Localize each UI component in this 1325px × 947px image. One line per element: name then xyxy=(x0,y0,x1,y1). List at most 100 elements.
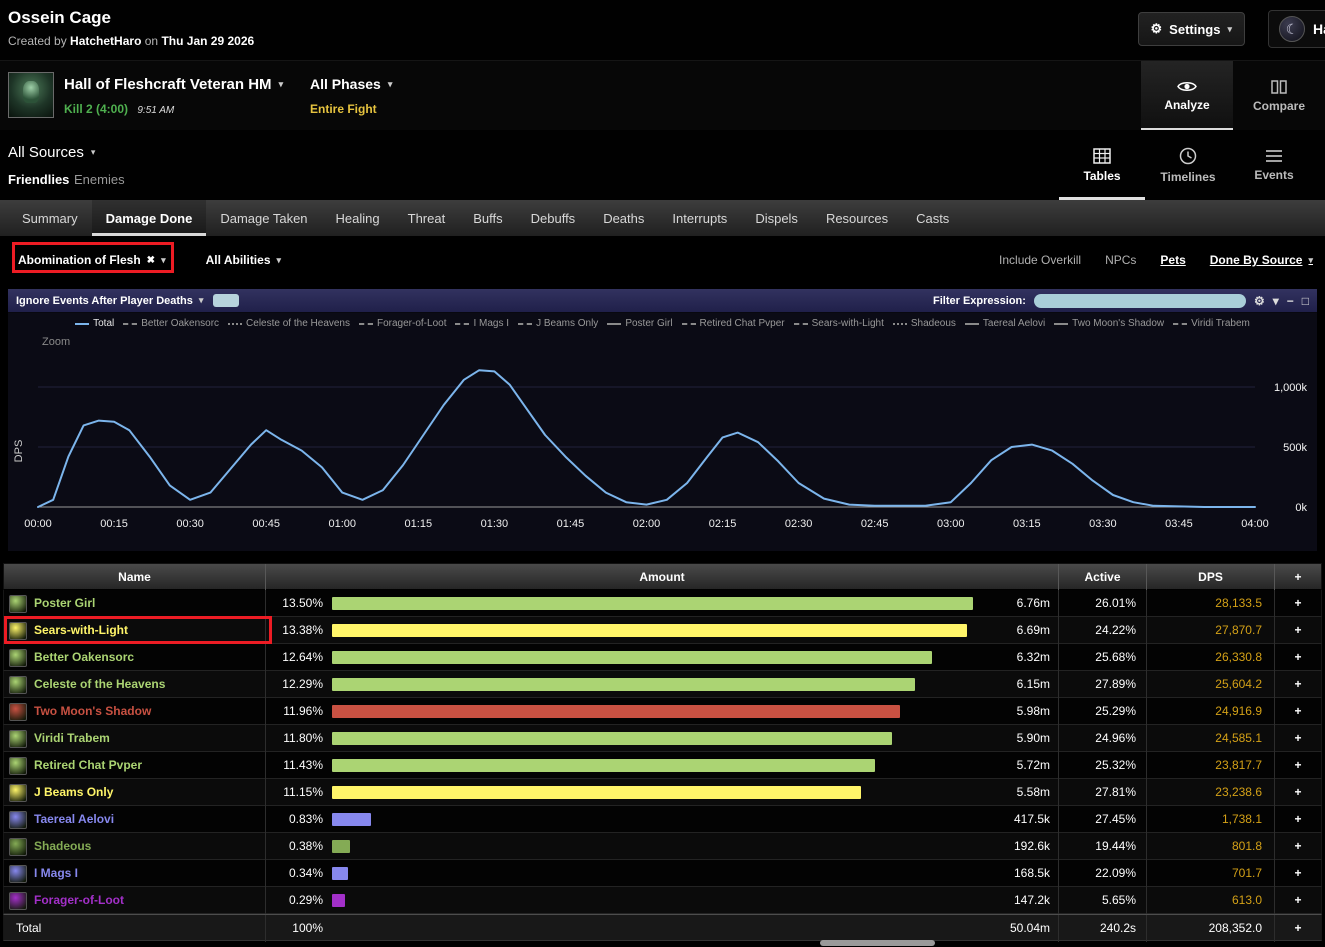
tab-damage-done[interactable]: Damage Done xyxy=(92,200,207,236)
tab-dispels[interactable]: Dispels xyxy=(741,200,812,236)
column-header-plus[interactable]: + xyxy=(1275,564,1321,591)
include-overkill-toggle[interactable]: Include Overkill xyxy=(999,253,1081,267)
table-row[interactable]: Better Oakensorc12.64%6.32m25.68%26,330.… xyxy=(3,644,1322,671)
column-header-active[interactable]: Active xyxy=(1059,564,1147,591)
column-header-dps[interactable]: DPS xyxy=(1147,564,1275,591)
tab-debuffs[interactable]: Debuffs xyxy=(517,200,590,236)
tab-tables[interactable]: Tables xyxy=(1059,130,1145,200)
player-name-link[interactable]: Taereal Aelovi xyxy=(34,806,114,833)
table-row[interactable]: I Mags I0.34%168.5k22.09%701.7+ xyxy=(3,860,1322,887)
legend-item[interactable]: Total xyxy=(75,318,114,329)
expand-row-button[interactable]: + xyxy=(1275,860,1321,887)
fight-dropdown[interactable]: Hall of Fleshcraft Veteran HM ▾ xyxy=(64,76,283,93)
player-name-link[interactable]: Sears-with-Light xyxy=(34,617,128,644)
legend-item[interactable]: Taereal Aelovi xyxy=(965,318,1045,329)
damage-bar-cell xyxy=(330,644,975,671)
sources-dropdown[interactable]: All Sources ▾ xyxy=(8,144,95,161)
tab-analyze[interactable]: Analyze xyxy=(1141,61,1233,131)
phases-dropdown[interactable]: All Phases ▾ xyxy=(310,76,392,92)
player-name-link[interactable]: Shadeous xyxy=(34,833,91,860)
friendlies-toggle[interactable]: Friendlies xyxy=(8,172,69,187)
tab-deaths[interactable]: Deaths xyxy=(589,200,658,236)
user-menu-button[interactable]: ☾ Hat xyxy=(1268,10,1325,48)
legend-item[interactable]: Better Oakensorc xyxy=(123,318,219,329)
close-icon[interactable]: ✖ xyxy=(147,255,155,266)
chevron-down-icon[interactable]: ▾ xyxy=(1273,294,1279,308)
boss-portrait[interactable] xyxy=(8,72,54,118)
target-filter-chip[interactable]: Abomination of Flesh ✖ ▾ xyxy=(18,253,166,267)
dps-chart[interactable]: 1,000k500k0k00:0000:1500:3000:4501:0001:… xyxy=(8,351,1317,547)
damage-bar xyxy=(332,624,967,637)
tab-summary[interactable]: Summary xyxy=(8,200,92,236)
active-percent: 27.89% xyxy=(1059,671,1147,698)
expand-row-button[interactable]: + xyxy=(1275,806,1321,833)
table-row[interactable]: Taereal Aelovi0.83%417.5k27.45%1,738.1+ xyxy=(3,806,1322,833)
legend-item[interactable]: Celeste of the Heavens xyxy=(228,318,350,329)
expand-row-button[interactable]: + xyxy=(1275,752,1321,779)
done-by-source-dropdown[interactable]: Done By Source ▾ xyxy=(1210,253,1313,267)
filter-expression-input[interactable] xyxy=(1034,294,1246,308)
legend-item[interactable]: Retired Chat Pvper xyxy=(682,318,785,329)
table-row[interactable]: Viridi Trabem11.80%5.90m24.96%24,585.1+ xyxy=(3,725,1322,752)
table-row[interactable]: Two Moon's Shadow11.96%5.98m25.29%24,916… xyxy=(3,698,1322,725)
expand-row-button[interactable]: + xyxy=(1275,590,1321,617)
table-row[interactable]: Celeste of the Heavens12.29%6.15m27.89%2… xyxy=(3,671,1322,698)
minimize-icon[interactable]: − xyxy=(1287,294,1294,308)
expand-row-button[interactable]: + xyxy=(1275,887,1321,914)
expand-row-button[interactable]: + xyxy=(1275,617,1321,644)
tab-threat[interactable]: Threat xyxy=(394,200,460,236)
tab-casts[interactable]: Casts xyxy=(902,200,963,236)
table-row[interactable]: Forager-of-Loot0.29%147.2k5.65%613.0+ xyxy=(3,887,1322,914)
player-name-link[interactable]: Viridi Trabem xyxy=(34,725,110,752)
player-name-link[interactable]: Forager-of-Loot xyxy=(34,887,124,914)
pets-toggle[interactable]: Pets xyxy=(1160,253,1185,267)
player-name-link[interactable]: Celeste of the Heavens xyxy=(34,671,165,698)
tab-healing[interactable]: Healing xyxy=(322,200,394,236)
player-name-link[interactable]: I Mags I xyxy=(34,860,78,887)
player-name-link[interactable]: Better Oakensorc xyxy=(34,644,134,671)
expand-row-button[interactable]: + xyxy=(1275,644,1321,671)
ignore-deaths-toggle[interactable] xyxy=(213,294,239,307)
report-author-link[interactable]: HatchetHaro xyxy=(70,34,141,48)
tab-resources[interactable]: Resources xyxy=(812,200,902,236)
legend-item[interactable]: Poster Girl xyxy=(607,318,672,329)
abilities-filter-dropdown[interactable]: All Abilities ▾ xyxy=(206,253,281,267)
expand-row-button[interactable]: + xyxy=(1275,671,1321,698)
expand-row-button[interactable]: + xyxy=(1275,833,1321,860)
legend-item[interactable]: Two Moon's Shadow xyxy=(1054,318,1164,329)
table-row[interactable]: Retired Chat Pvper11.43%5.72m25.32%23,81… xyxy=(3,752,1322,779)
horizontal-scrollbar-thumb[interactable] xyxy=(820,940,935,946)
tab-buffs[interactable]: Buffs xyxy=(459,200,516,236)
tab-events[interactable]: Events xyxy=(1231,130,1317,200)
player-name-link[interactable]: Retired Chat Pvper xyxy=(34,752,142,779)
column-header-name[interactable]: Name xyxy=(4,564,266,591)
tab-timelines[interactable]: Timelines xyxy=(1145,130,1231,200)
npcs-toggle[interactable]: NPCs xyxy=(1105,253,1136,267)
expand-row-button[interactable]: + xyxy=(1275,725,1321,752)
table-row[interactable]: Shadeous0.38%192.6k19.44%801.8+ xyxy=(3,833,1322,860)
legend-item[interactable]: Forager-of-Loot xyxy=(359,318,446,329)
column-header-amount[interactable]: Amount xyxy=(266,564,1059,591)
tab-damage-taken[interactable]: Damage Taken xyxy=(206,200,321,236)
player-name-link[interactable]: Two Moon's Shadow xyxy=(34,698,151,725)
chart-settings-gear-icon[interactable]: ⚙ xyxy=(1254,294,1265,308)
enemies-toggle[interactable]: Enemies xyxy=(74,172,125,187)
tab-compare[interactable]: Compare xyxy=(1233,61,1325,131)
player-name-link[interactable]: Poster Girl xyxy=(34,590,95,617)
table-row[interactable]: Sears-with-Light13.38%6.69m24.22%27,870.… xyxy=(3,617,1322,644)
legend-item[interactable]: Viridi Trabem xyxy=(1173,318,1250,329)
table-row[interactable]: Poster Girl13.50%6.76m26.01%28,133.5+ xyxy=(3,590,1322,617)
tab-interrupts[interactable]: Interrupts xyxy=(658,200,741,236)
ignore-deaths-dropdown[interactable]: Ignore Events After Player Deaths ▾ xyxy=(16,295,203,307)
table-row[interactable]: J Beams Only11.15%5.58m27.81%23,238.6+ xyxy=(3,779,1322,806)
legend-item[interactable]: J Beams Only xyxy=(518,318,598,329)
legend-item[interactable]: Shadeous xyxy=(893,318,956,329)
total-expand-button[interactable]: + xyxy=(1275,915,1321,942)
legend-item[interactable]: I Mags I xyxy=(455,318,509,329)
expand-row-button[interactable]: + xyxy=(1275,698,1321,725)
settings-button[interactable]: ⚙ Settings ▾ xyxy=(1138,12,1245,46)
player-name-link[interactable]: J Beams Only xyxy=(34,779,113,806)
maximize-icon[interactable]: □ xyxy=(1302,294,1309,308)
expand-row-button[interactable]: + xyxy=(1275,779,1321,806)
legend-item[interactable]: Sears-with-Light xyxy=(794,318,884,329)
